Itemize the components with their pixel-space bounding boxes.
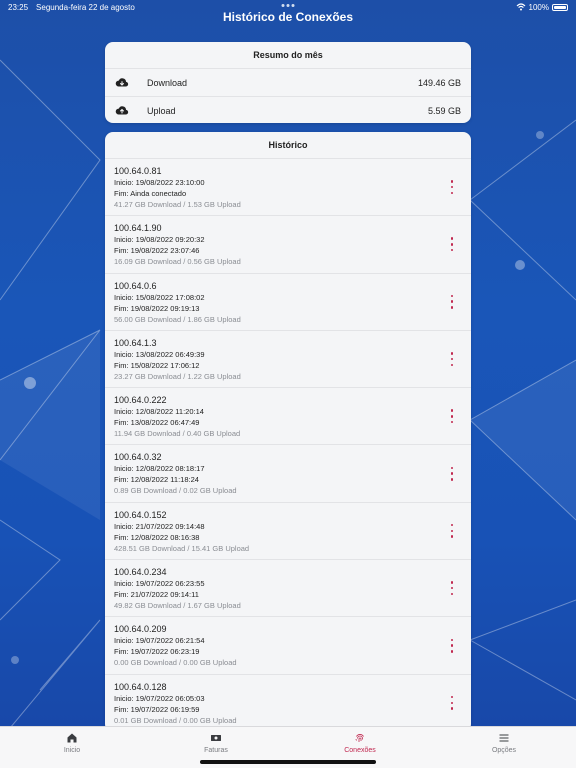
menu-icon xyxy=(499,734,509,742)
more-options-icon[interactable] xyxy=(449,352,455,367)
connection-usage: 0.00 GB Download / 0.00 GB Upload xyxy=(114,658,237,668)
connection-usage: 23.27 GB Download / 1.22 GB Upload xyxy=(114,371,241,381)
connection-end: Fim: 19/08/2022 23:07:46 xyxy=(114,246,200,256)
connection-end: Fim: 15/08/2022 17:06:12 xyxy=(114,360,200,370)
home-icon xyxy=(67,733,77,743)
list-item: 100.64.0.128 Inicio: 19/07/2022 06:05:03… xyxy=(105,675,471,732)
connection-ip: 100.64.0.6 xyxy=(114,280,157,291)
list-item: 100.64.0.209 Inicio: 19/07/2022 06:21:54… xyxy=(105,617,471,675)
list-item: 100.64.0.32 Inicio: 12/08/2022 08:18:17 … xyxy=(105,445,471,503)
history-list[interactable]: 100.64.0.81 Inicio: 19/08/2022 23:10:00 … xyxy=(105,159,471,732)
connection-start: Inicio: 13/08/2022 06:49:39 xyxy=(114,349,205,359)
connection-end: Fim: 19/07/2022 06:23:19 xyxy=(114,647,200,657)
more-options-icon[interactable] xyxy=(449,466,455,481)
list-item: 100.64.0.234 Inicio: 19/07/2022 06:23:55… xyxy=(105,560,471,618)
connection-end: Fim: 12/08/2022 11:18:24 xyxy=(114,475,199,485)
summary-row-download: Download 149.46 GB xyxy=(105,69,471,97)
summary-title: Resumo do mês xyxy=(105,42,471,69)
summary-label: Upload xyxy=(147,106,176,116)
connection-usage: 0.89 GB Download / 0.02 GB Upload xyxy=(114,486,237,496)
page-title: Histórico de Conexões xyxy=(222,10,354,24)
connection-start: Inicio: 19/08/2022 09:20:32 xyxy=(114,235,205,245)
list-item: 100.64.1.3 Inicio: 13/08/2022 06:49:39 F… xyxy=(105,331,471,389)
connection-start: Inicio: 15/08/2022 17:08:02 xyxy=(114,292,205,302)
connection-end: Fim: 12/08/2022 08:16:38 xyxy=(114,532,200,542)
list-item: 100.64.0.81 Inicio: 19/08/2022 23:10:00 … xyxy=(105,159,471,217)
connection-start: Inicio: 19/08/2022 23:10:00 xyxy=(114,178,205,187)
money-icon xyxy=(211,735,221,741)
connection-end: Fim: 21/07/2022 09:14:11 xyxy=(114,590,199,600)
list-item: 100.64.1.90 Inicio: 19/08/2022 09:20:32 … xyxy=(105,216,471,274)
summary-value: 5.59 GB xyxy=(427,106,461,116)
more-options-icon[interactable] xyxy=(449,523,455,538)
connection-ip: 100.64.0.32 xyxy=(114,452,162,463)
connection-ip: 100.64.0.222 xyxy=(114,395,167,406)
connection-ip: 100.64.0.209 xyxy=(114,624,167,635)
connection-ip: 100.64.0.234 xyxy=(114,567,167,578)
connection-usage: 428.51 GB Download / 15.41 GB Upload xyxy=(114,543,250,553)
history-title: Histórico xyxy=(105,132,471,159)
connection-ip: 100.64.0.128 xyxy=(114,681,167,692)
summary-value: 149.46 GB xyxy=(417,77,461,88)
more-options-icon[interactable] xyxy=(449,638,455,653)
summary-label: Download xyxy=(147,77,188,88)
history-card: Histórico 100.64.0.81 Inicio: 19/08/2022… xyxy=(105,132,471,732)
multitasking-dots[interactable] xyxy=(281,4,295,7)
connection-start: Inicio: 19/07/2022 06:21:54 xyxy=(114,636,205,646)
summary-row-upload: Upload 5.59 GB xyxy=(105,97,471,123)
connection-usage: 56.00 GB Download / 1.86 GB Upload xyxy=(114,314,241,324)
fingerprint-icon xyxy=(355,734,364,742)
connection-end: Fim: 13/08/2022 06:47:49 xyxy=(114,418,200,428)
connection-ip: 100.64.1.3 xyxy=(114,337,157,348)
connection-usage: 49.82 GB Download / 1.67 GB Upload xyxy=(114,601,241,611)
tab-opcoes[interactable]: Opções xyxy=(432,727,576,768)
connection-ip: 100.64.0.152 xyxy=(114,509,167,520)
tab-label: Inicio xyxy=(63,747,81,754)
more-options-icon[interactable] xyxy=(449,180,455,195)
connection-start: Inicio: 21/07/2022 09:14:48 xyxy=(114,521,205,531)
connection-ip: 100.64.1.90 xyxy=(114,223,162,234)
connection-usage: 16.09 GB Download / 0.56 GB Upload xyxy=(114,257,241,267)
connection-ip: 100.64.0.81 xyxy=(114,166,162,176)
more-options-icon[interactable] xyxy=(449,409,455,424)
list-item: 100.64.0.222 Inicio: 12/08/2022 11:20:14… xyxy=(105,388,471,446)
cloud-download-icon xyxy=(115,77,129,87)
tab-label: Opções xyxy=(491,747,517,754)
tab-label: Faturas xyxy=(204,747,228,754)
connection-usage: 0.01 GB Download / 0.00 GB Upload xyxy=(114,715,237,725)
connection-usage: 41.27 GB Download / 1.53 GB Upload xyxy=(114,200,241,209)
list-item: 100.64.0.6 Inicio: 15/08/2022 17:08:02 F… xyxy=(105,274,471,331)
connection-usage: 11.94 GB Download / 0.40 GB Upload xyxy=(114,429,241,439)
summary-card: Resumo do mês Download 149.46 GB Upload … xyxy=(105,42,471,123)
connection-start: Inicio: 12/08/2022 08:18:17 xyxy=(114,464,205,474)
more-options-icon[interactable] xyxy=(449,294,455,309)
connection-start: Inicio: 19/07/2022 06:23:55 xyxy=(114,579,205,589)
list-item: 100.64.0.152 Inicio: 21/07/2022 09:14:48… xyxy=(105,503,471,561)
connection-end: Fim: Ainda conectado xyxy=(114,189,187,198)
tab-label: Conexões xyxy=(344,747,376,754)
connection-end: Fim: 19/08/2022 09:19:13 xyxy=(114,303,200,313)
home-indicator[interactable] xyxy=(200,760,376,764)
connection-start: Inicio: 19/07/2022 06:05:03 xyxy=(114,693,205,703)
connection-end: Fim: 19/07/2022 06:19:59 xyxy=(114,704,200,714)
connection-start: Inicio: 12/08/2022 11:20:14 xyxy=(114,407,204,417)
more-options-icon[interactable] xyxy=(449,695,455,710)
more-options-icon[interactable] xyxy=(449,581,455,596)
tab-inicio[interactable]: Inicio xyxy=(0,727,144,768)
cloud-upload-icon xyxy=(115,106,129,115)
more-options-icon[interactable] xyxy=(449,237,455,252)
